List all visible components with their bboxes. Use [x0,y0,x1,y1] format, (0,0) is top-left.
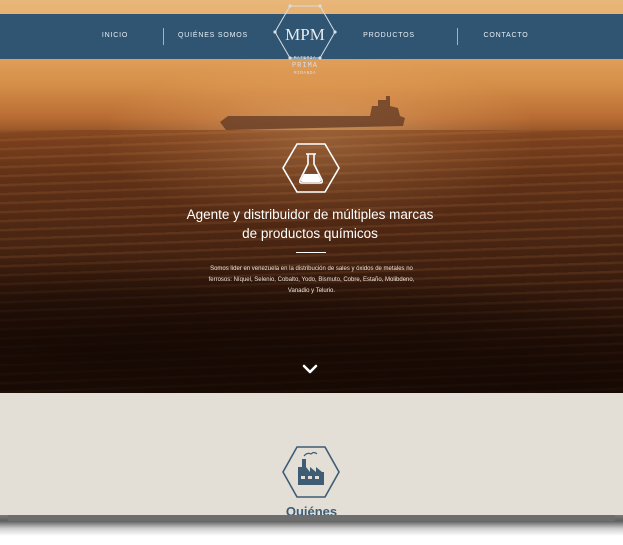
nav-item-productos[interactable]: PRODUCTOS [354,28,424,44]
nav-divider [457,28,458,45]
flask-icon [282,143,340,193]
nav-item-inicio[interactable]: INICIO [88,28,142,44]
logo[interactable]: MPM MATERIA PRIMA MIRANDA [256,0,354,100]
window-shadow-edge [8,515,615,521]
factory-icon [282,446,340,498]
nav-divider [163,28,164,45]
hero-divider [296,252,326,253]
hero-title-line-2: de productos químicos [242,226,378,241]
logo-line-1: MATERIA [293,56,317,61]
nav-item-quienes-somos[interactable]: QUIÉNES SOMOS [172,28,254,44]
logo-line-2: PRIMA [291,62,318,70]
hero-title-line-1: Agente y distribuidor de múltiples marca… [186,207,434,222]
chevron-down-icon[interactable] [302,363,318,375]
nav-item-contacto[interactable]: CONTACTO [476,28,536,44]
hero-desc-line-3: Vanadio y Telurio. [287,288,336,294]
logo-line-3: MIRANDA [293,71,317,76]
hero-title: Agente y distribuidor de múltiples marca… [140,205,480,243]
logo-initials: MPM [285,25,325,44]
hero-desc-line-2: ferrosos: Níquel, Selenio, Cobalto, Yodo… [208,277,415,283]
window-shadow [0,515,623,545]
page: Agente y distribuidor de múltiples marca… [0,0,623,545]
hero-description: Somos lider en venezuela en la distribuc… [170,264,453,297]
hero-desc-line-1: Somos lider en venezuela en la distribuc… [210,266,413,272]
